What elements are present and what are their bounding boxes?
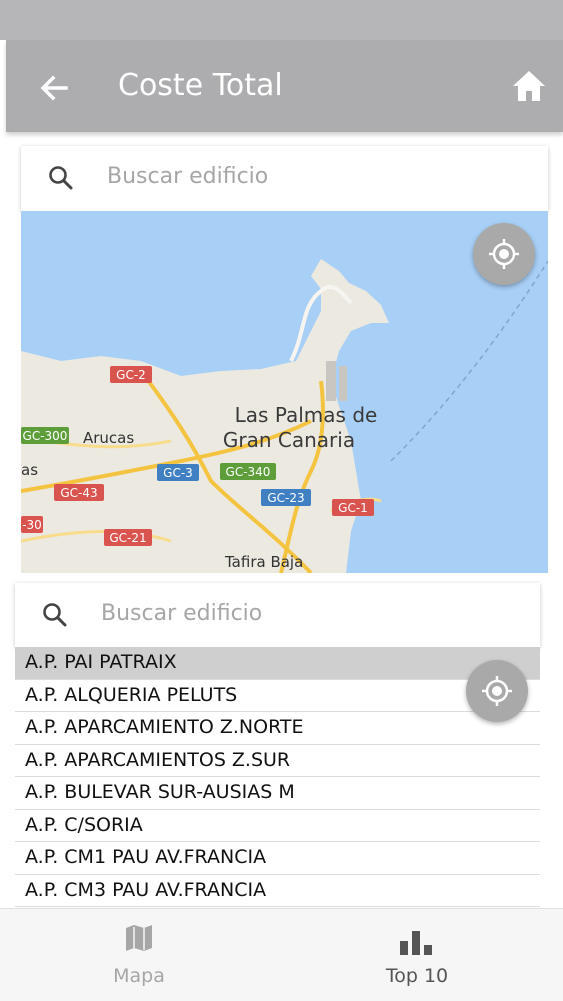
road-label: GC-3 [163,466,193,480]
road-label: GC-300 [23,429,68,443]
crosshair-icon [482,676,512,706]
list-item[interactable]: A.P. APARCAMIENTOS Z.SUR [15,745,540,777]
tab-mapa-label: Mapa [113,965,165,987]
city-label: Las Palmas de [235,403,378,427]
crosshair-icon [489,239,519,269]
list-search-input[interactable]: Buscar edificio [101,601,262,626]
tab-mapa[interactable]: Mapa [39,909,239,1001]
list-location-button[interactable] [466,660,528,722]
bottom-navigation: Mapa Top 10 [0,908,563,1001]
page-title: Coste Total [118,68,283,103]
map-view[interactable]: Las Palmas de Gran Canaria Arucas Tafira… [21,211,548,573]
my-location-button[interactable] [473,223,535,285]
road-label: GC-21 [109,531,146,545]
place-label: as [21,461,38,479]
road-label: GC-23 [267,491,304,505]
road-label: GC-2 [116,368,146,382]
list-item[interactable]: A.P. APARCAMIENTO Z.NORTE [15,712,540,745]
bar-chart-icon [400,931,432,955]
map-search-bar[interactable]: Buscar edificio [21,146,548,208]
city-label-2: Gran Canaria [223,428,355,452]
list-item[interactable]: A.P. ALQUERIA PELUTS [15,680,540,712]
tab-top-10[interactable]: Top 10 [317,909,517,1001]
list-search-bar[interactable]: Buscar edificio [15,583,540,645]
list-item[interactable]: A.P. PAI PATRAIX [15,647,540,680]
back-arrow-icon[interactable] [36,70,72,106]
road-label: -30 [22,518,42,532]
list-item[interactable]: A.P. C/SORIA [15,810,540,842]
place-label: Arucas [83,429,134,447]
place-label: Tafira Baja [224,553,303,571]
list-item[interactable]: A.P. BULEVAR SUR-AUSIAS M [15,777,540,810]
home-icon[interactable] [509,67,549,107]
search-icon [47,164,75,192]
list-item[interactable]: A.P. CM1 PAU AV.FRANCIA [15,842,540,875]
map-search-card: Buscar edificio [21,146,548,211]
tab-top-10-label: Top 10 [385,965,449,987]
road-label: GC-43 [60,486,97,500]
list-item[interactable]: A.P. CM3 PAU AV.FRANCIA [15,875,540,907]
list-search-card: Buscar edificio [15,583,540,647]
road-label: GC-340 [226,465,271,479]
map-icon [126,925,152,951]
road-label: GC-1 [338,501,368,515]
search-icon [41,601,69,629]
app-bar: Coste Total [6,40,563,132]
status-bar [0,0,563,40]
map-search-input[interactable]: Buscar edificio [107,164,268,189]
building-list: A.P. PAI PATRAIX A.P. ALQUERIA PELUTS A.… [15,647,540,907]
